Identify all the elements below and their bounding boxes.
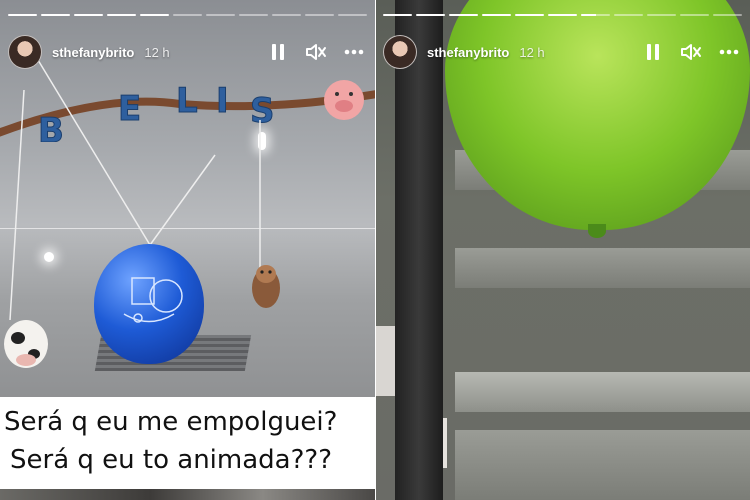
progress-segment — [338, 14, 367, 16]
username[interactable]: sthefanybrito — [52, 45, 134, 60]
railing-pole — [395, 0, 443, 500]
story-controls — [267, 41, 365, 63]
progress-segment — [383, 14, 412, 16]
story-controls — [642, 41, 740, 63]
balloon-knot — [588, 224, 606, 238]
progress-segment — [548, 14, 577, 16]
story-divider — [375, 0, 376, 500]
story-right[interactable]: sthefanybrito 12 h — [375, 0, 750, 500]
progress-segment — [239, 14, 268, 16]
progress-segment — [173, 14, 202, 16]
pause-icon[interactable] — [642, 41, 664, 63]
caption-line: Será q eu me empolguei? — [4, 407, 338, 437]
stair-step — [455, 430, 750, 500]
progress-segment — [515, 14, 544, 16]
post-time: 12 h — [144, 44, 170, 60]
username[interactable]: sthefanybrito — [427, 45, 509, 60]
progress-segment — [206, 14, 235, 16]
story-progress — [383, 14, 742, 16]
horse-ornament — [252, 265, 280, 308]
stair-step — [455, 248, 750, 288]
blue-balloon — [94, 244, 204, 364]
more-horizontal-icon[interactable] — [343, 41, 365, 63]
stair-step — [455, 372, 750, 412]
progress-segment — [449, 14, 478, 16]
progress-segment — [581, 14, 610, 16]
progress-segment — [647, 14, 676, 16]
progress-segment — [713, 14, 742, 16]
progress-segment — [680, 14, 709, 16]
progress-segment — [614, 14, 643, 16]
progress-segment — [272, 14, 301, 16]
more-horizontal-icon[interactable] — [718, 41, 740, 63]
progress-segment — [416, 14, 445, 16]
speaker-muted-icon[interactable] — [680, 41, 702, 63]
video-bottom-edge — [0, 489, 375, 500]
story-header: sthefanybrito 12 h — [383, 34, 740, 70]
pause-icon[interactable] — [267, 41, 289, 63]
story-header: sthefanybrito 12 h — [8, 34, 365, 70]
progress-segment — [140, 14, 169, 16]
progress-segment — [8, 14, 37, 16]
progress-segment — [107, 14, 136, 16]
story-caption: Será q eu me empolguei? Será q eu to ani… — [0, 397, 375, 489]
post-time: 12 h — [519, 44, 545, 60]
avatar[interactable] — [8, 35, 42, 69]
speaker-muted-icon[interactable] — [305, 41, 327, 63]
stories-viewer: B E L I S sthefanybrito 12 h Será q eu m… — [0, 0, 750, 500]
progress-segment — [482, 14, 511, 16]
avatar[interactable] — [383, 35, 417, 69]
story-progress — [8, 14, 367, 16]
story-left[interactable]: B E L I S sthefanybrito 12 h Será q eu m… — [0, 0, 375, 500]
progress-segment — [305, 14, 334, 16]
cow-ornament — [4, 320, 48, 368]
progress-segment — [41, 14, 70, 16]
caption-line: Será q eu to animada??? — [10, 445, 332, 475]
progress-segment — [74, 14, 103, 16]
